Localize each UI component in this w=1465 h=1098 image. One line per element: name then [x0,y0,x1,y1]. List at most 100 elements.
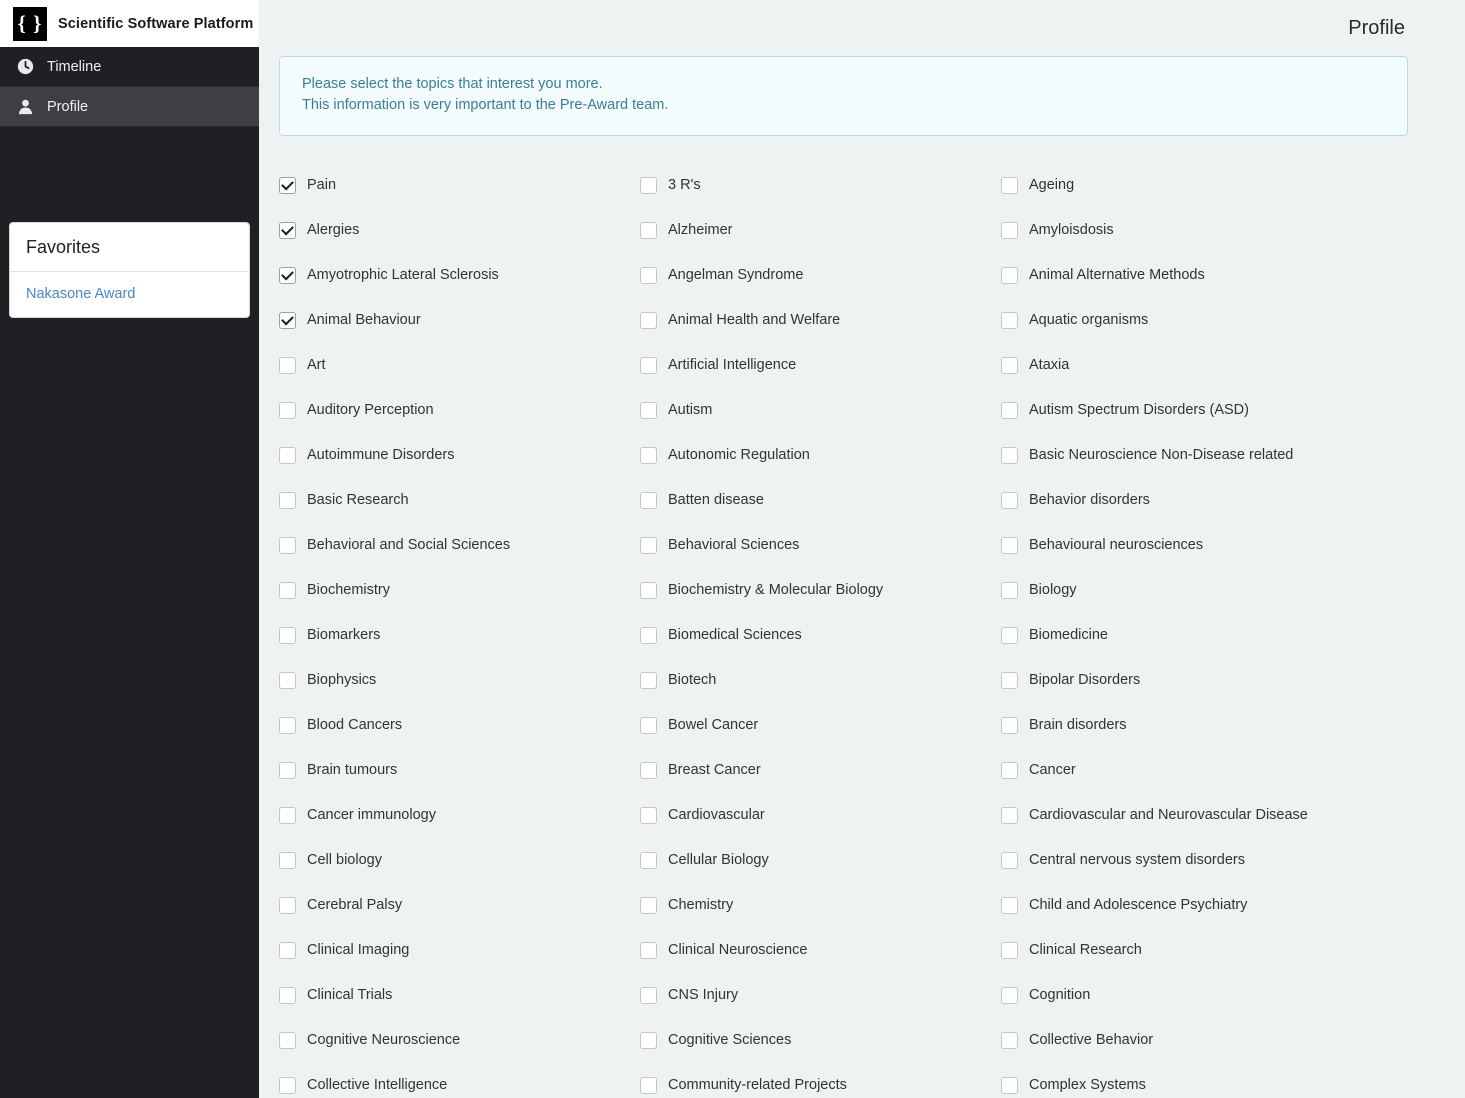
checkbox-checked[interactable] [279,176,296,194]
checkbox-unchecked[interactable] [279,626,296,644]
topic-checkbox-row[interactable]: 3 R's [640,163,1001,208]
checkbox-unchecked[interactable] [640,941,657,959]
topic-checkbox-row[interactable]: Central nervous system disorders [1001,838,1408,883]
topic-checkbox-row[interactable]: Cognition [1001,973,1408,1018]
checkbox-unchecked[interactable] [640,1076,657,1094]
topic-checkbox-row[interactable]: Cerebral Palsy [279,883,640,928]
topic-checkbox-row[interactable]: Basic Research [279,478,640,523]
sidebar-item-timeline[interactable]: Timeline [0,47,259,87]
topic-checkbox-row[interactable]: Biomarkers [279,613,640,658]
topic-checkbox-row[interactable]: Alergies [279,208,640,253]
topic-checkbox-row[interactable]: Batten disease [640,478,1001,523]
topic-checkbox-row[interactable]: Brain tumours [279,748,640,793]
topic-checkbox-row[interactable]: Animal Health and Welfare [640,298,1001,343]
topic-checkbox-row[interactable]: Biomedicine [1001,613,1408,658]
checkbox-unchecked[interactable] [640,581,657,599]
checkbox-unchecked[interactable] [1001,581,1018,599]
checkbox-unchecked[interactable] [640,266,657,284]
checkbox-unchecked[interactable] [1001,671,1018,689]
topic-checkbox-row[interactable]: Auditory Perception [279,388,640,433]
checkbox-unchecked[interactable] [640,221,657,239]
checkbox-unchecked[interactable] [640,671,657,689]
topic-checkbox-row[interactable]: Clinical Imaging [279,928,640,973]
checkbox-unchecked[interactable] [279,536,296,554]
topic-checkbox-row[interactable]: Autism [640,388,1001,433]
topic-checkbox-row[interactable]: Collective Behavior [1001,1018,1408,1063]
topic-checkbox-row[interactable]: Child and Adolescence Psychiatry [1001,883,1408,928]
checkbox-unchecked[interactable] [1001,491,1018,509]
checkbox-unchecked[interactable] [640,356,657,374]
checkbox-unchecked[interactable] [279,761,296,779]
checkbox-unchecked[interactable] [1001,1076,1018,1094]
checkbox-unchecked[interactable] [640,401,657,419]
topic-checkbox-row[interactable]: Pain [279,163,640,208]
topic-checkbox-row[interactable]: Biochemistry [279,568,640,613]
checkbox-unchecked[interactable] [279,1031,296,1049]
checkbox-unchecked[interactable] [1001,1031,1018,1049]
topic-checkbox-row[interactable]: Cognitive Neuroscience [279,1018,640,1063]
checkbox-unchecked[interactable] [640,536,657,554]
checkbox-unchecked[interactable] [1001,761,1018,779]
topic-checkbox-row[interactable]: Ageing [1001,163,1408,208]
topic-checkbox-row[interactable]: Collective Intelligence [279,1063,640,1098]
topic-checkbox-row[interactable]: Amyloisdosis [1001,208,1408,253]
checkbox-unchecked[interactable] [640,1031,657,1049]
topic-checkbox-row[interactable]: Cardiovascular [640,793,1001,838]
topic-checkbox-row[interactable]: Angelman Syndrome [640,253,1001,298]
topic-checkbox-row[interactable]: Ataxia [1001,343,1408,388]
checkbox-unchecked[interactable] [640,716,657,734]
checkbox-unchecked[interactable] [279,491,296,509]
checkbox-unchecked[interactable] [1001,401,1018,419]
topic-checkbox-row[interactable]: Cell biology [279,838,640,883]
topic-checkbox-row[interactable]: Clinical Neuroscience [640,928,1001,973]
checkbox-unchecked[interactable] [1001,356,1018,374]
topic-checkbox-row[interactable]: Community-related Projects [640,1063,1001,1098]
checkbox-unchecked[interactable] [279,446,296,464]
checkbox-unchecked[interactable] [1001,851,1018,869]
checkbox-unchecked[interactable] [640,176,657,194]
checkbox-unchecked[interactable] [640,491,657,509]
checkbox-unchecked[interactable] [279,806,296,824]
checkbox-unchecked[interactable] [279,896,296,914]
checkbox-unchecked[interactable] [1001,446,1018,464]
checkbox-unchecked[interactable] [640,986,657,1004]
checkbox-unchecked[interactable] [279,401,296,419]
checkbox-checked[interactable] [279,221,296,239]
checkbox-unchecked[interactable] [1001,266,1018,284]
brand-header[interactable]: { } Scientific Software Platform [0,0,259,47]
topic-checkbox-row[interactable]: Cancer immunology [279,793,640,838]
topic-checkbox-row[interactable]: Chemistry [640,883,1001,928]
topic-checkbox-row[interactable]: Biology [1001,568,1408,613]
checkbox-unchecked[interactable] [279,716,296,734]
checkbox-unchecked[interactable] [640,761,657,779]
checkbox-unchecked[interactable] [1001,896,1018,914]
checkbox-checked[interactable] [279,266,296,284]
checkbox-unchecked[interactable] [279,941,296,959]
checkbox-unchecked[interactable] [640,896,657,914]
checkbox-unchecked[interactable] [1001,536,1018,554]
topic-checkbox-row[interactable]: Aquatic organisms [1001,298,1408,343]
topic-checkbox-row[interactable]: Clinical Research [1001,928,1408,973]
topic-checkbox-row[interactable]: Breast Cancer [640,748,1001,793]
checkbox-unchecked[interactable] [1001,626,1018,644]
topic-checkbox-row[interactable]: Autoimmune Disorders [279,433,640,478]
checkbox-unchecked[interactable] [279,671,296,689]
topic-checkbox-row[interactable]: Behavioural neurosciences [1001,523,1408,568]
topic-checkbox-row[interactable]: Autism Spectrum Disorders (ASD) [1001,388,1408,433]
topic-checkbox-row[interactable]: Autonomic Regulation [640,433,1001,478]
topic-checkbox-row[interactable]: Biotech [640,658,1001,703]
topic-checkbox-row[interactable]: Animal Behaviour [279,298,640,343]
topic-checkbox-row[interactable]: Blood Cancers [279,703,640,748]
checkbox-unchecked[interactable] [1001,986,1018,1004]
checkbox-unchecked[interactable] [279,356,296,374]
topic-checkbox-row[interactable]: Biophysics [279,658,640,703]
checkbox-unchecked[interactable] [640,626,657,644]
topic-checkbox-row[interactable]: Brain disorders [1001,703,1408,748]
topic-checkbox-row[interactable]: Animal Alternative Methods [1001,253,1408,298]
checkbox-unchecked[interactable] [640,806,657,824]
checkbox-unchecked[interactable] [640,851,657,869]
topic-checkbox-row[interactable]: Cancer [1001,748,1408,793]
topic-checkbox-row[interactable]: Biomedical Sciences [640,613,1001,658]
checkbox-unchecked[interactable] [640,311,657,329]
topic-checkbox-row[interactable]: CNS Injury [640,973,1001,1018]
